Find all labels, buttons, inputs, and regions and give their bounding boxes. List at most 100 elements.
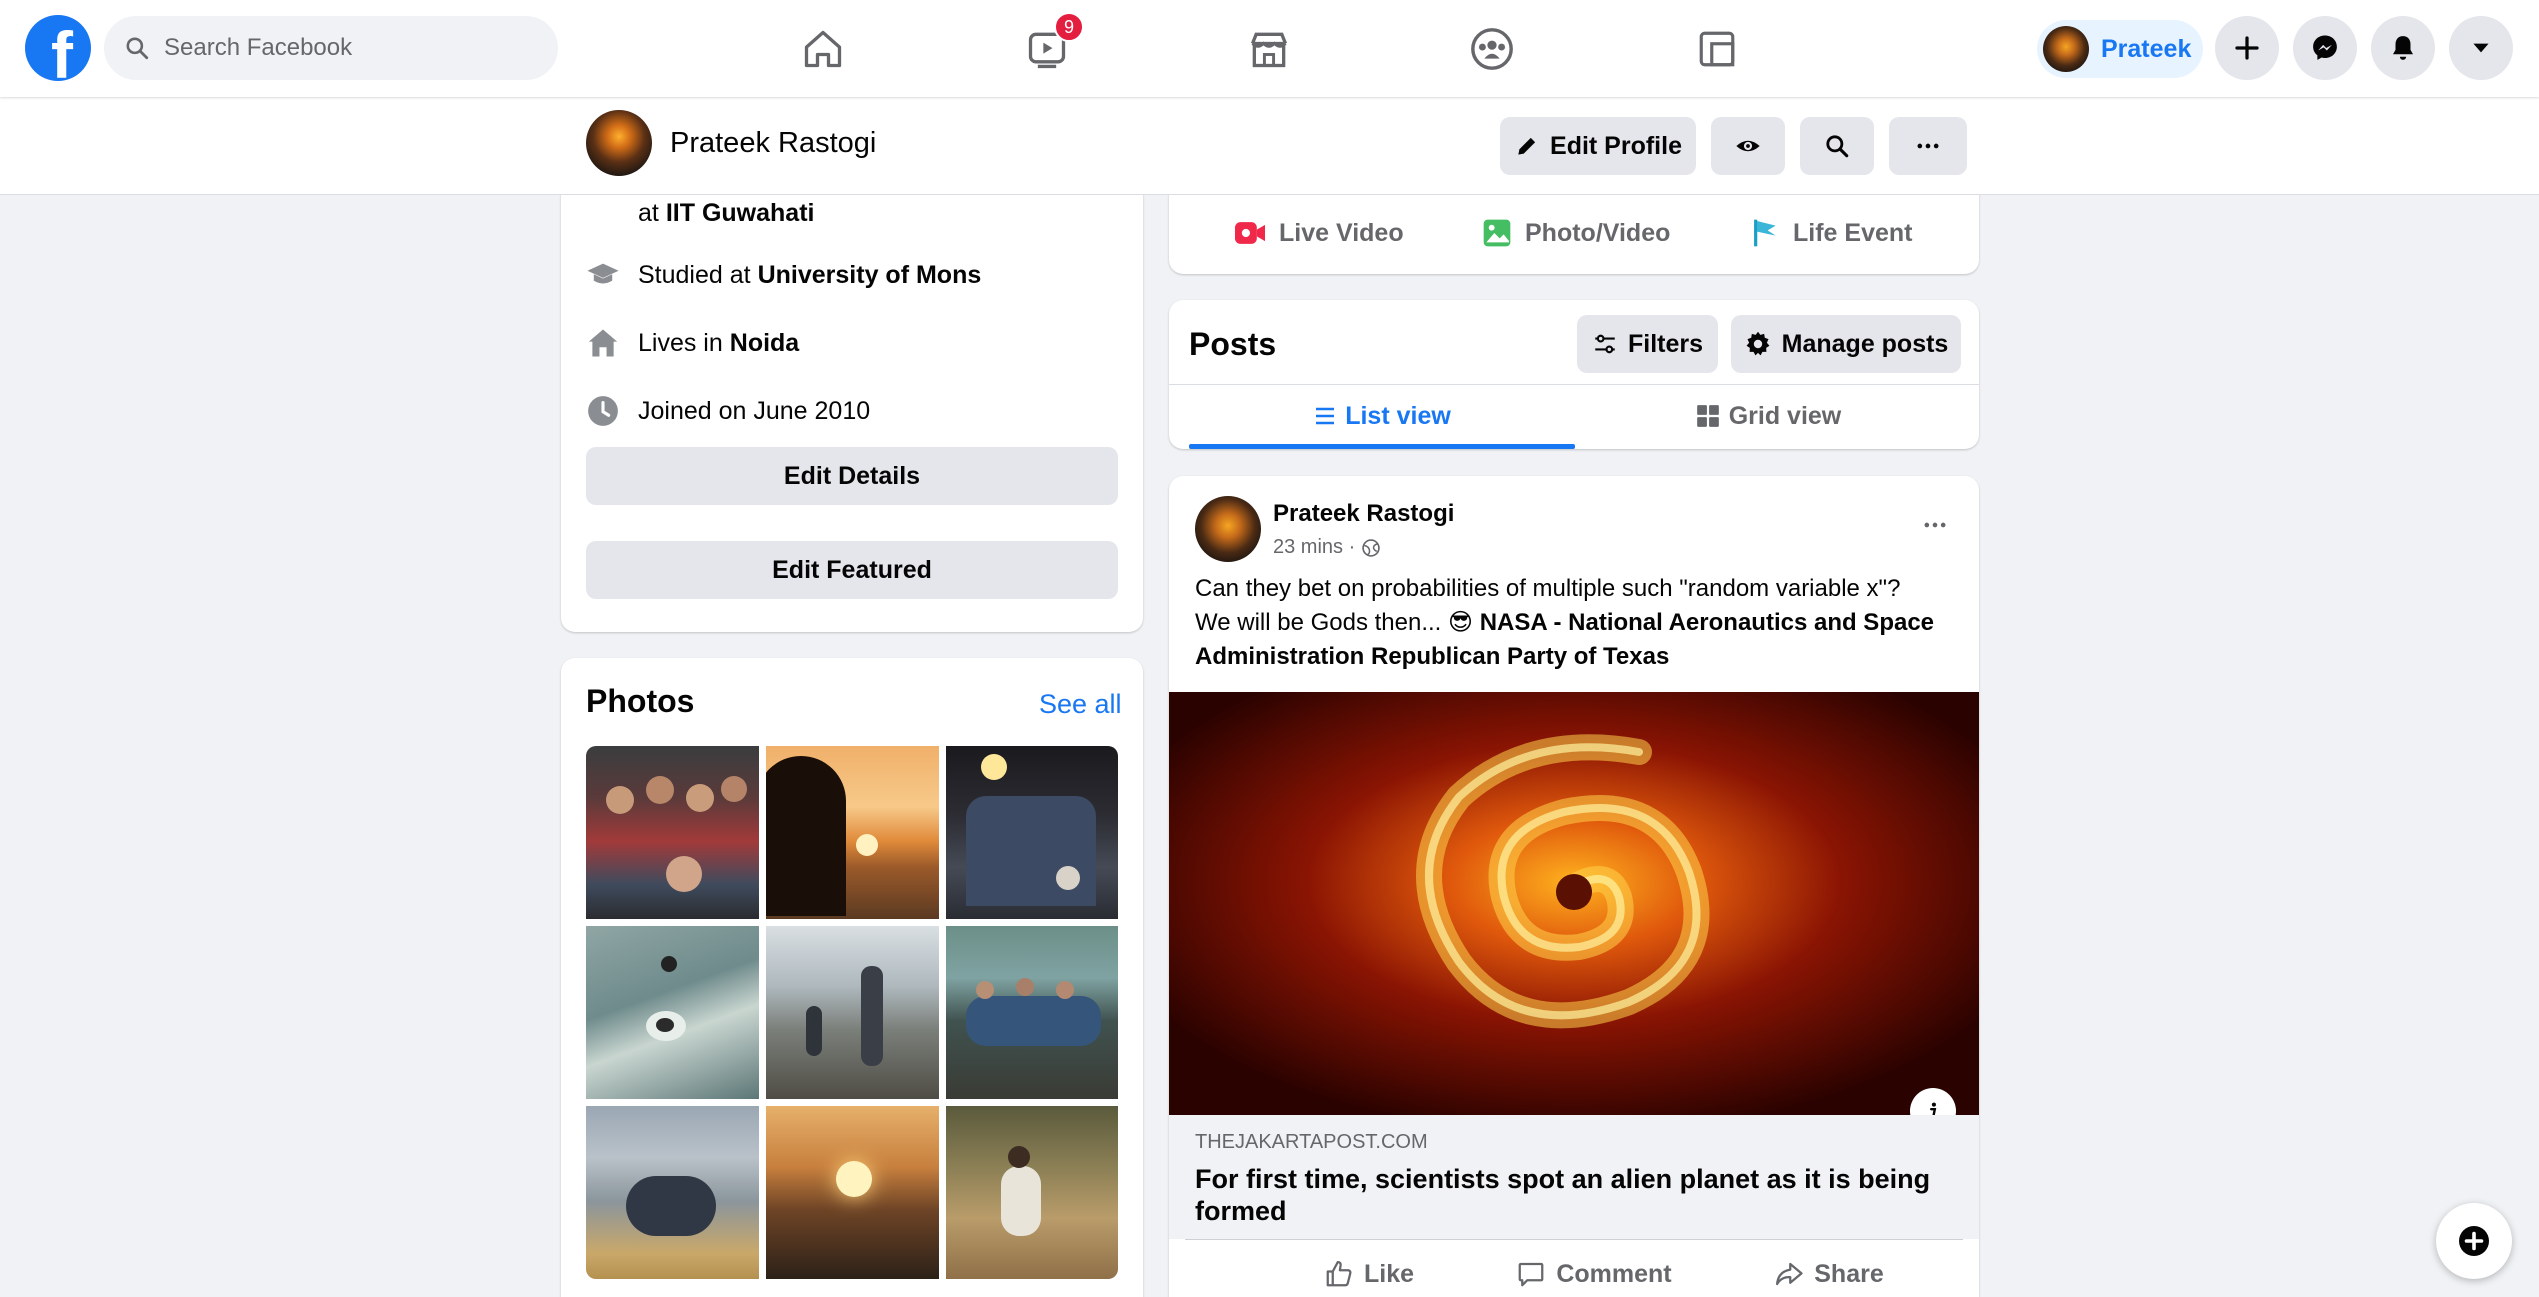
profile-more-button[interactable] — [1889, 117, 1967, 175]
intro-studied: Studied at University of Mons — [586, 258, 981, 292]
nav-watch[interactable]: 9 — [1002, 12, 1092, 84]
photo-grid — [586, 746, 1118, 1279]
flag-icon — [1754, 219, 1776, 247]
life-event-button[interactable]: Life Event — [1749, 206, 1912, 260]
photo-thumbnail[interactable] — [586, 746, 759, 919]
comment-button[interactable]: Comment — [1479, 1246, 1709, 1297]
comment-icon — [1518, 1262, 1544, 1287]
like-button[interactable]: Like — [1279, 1246, 1459, 1297]
marketplace-icon — [1250, 32, 1288, 68]
account-menu-icon — [2473, 43, 2489, 53]
divider — [1169, 384, 1979, 385]
photos-title: Photos — [586, 683, 695, 719]
photo-thumbnail[interactable] — [946, 746, 1118, 919]
profile-name[interactable]: Prateek Rastogi — [670, 127, 876, 160]
gaming-icon — [1699, 31, 1735, 67]
photo-thumbnail[interactable] — [766, 1106, 939, 1279]
nav-marketplace[interactable] — [1224, 14, 1314, 84]
profile-shortcut-name: Prateek — [2101, 34, 2192, 63]
view-as-button[interactable] — [1711, 117, 1785, 175]
see-all-photos-link[interactable]: See all — [1039, 689, 1122, 720]
edit-profile-label: Edit Profile — [1550, 131, 1682, 160]
filters-icon — [1595, 334, 1615, 354]
work-place[interactable]: IIT Guwahati — [666, 199, 815, 228]
photo-thumbnail[interactable] — [946, 1106, 1118, 1279]
link-title: For first time, scientists spot an alien… — [1195, 1164, 1931, 1226]
post-author[interactable]: Prateek Rastogi — [1273, 500, 1454, 528]
top-navigation: f 9 Prateek — [0, 0, 2539, 97]
search-icon — [126, 37, 149, 60]
spiral-image — [1169, 692, 1979, 1115]
post-options-button[interactable] — [1910, 500, 1960, 550]
search-icon — [1826, 135, 1849, 158]
filters-button[interactable]: Filters — [1577, 315, 1718, 373]
create-button[interactable] — [2215, 16, 2279, 80]
school-name[interactable]: University of Mons — [758, 261, 982, 290]
thumbs-up-icon — [1326, 1261, 1352, 1287]
eye-icon — [1736, 140, 1760, 152]
profile-header-bar: Prateek Rastogi Edit Profile — [0, 97, 2539, 195]
nav-home[interactable] — [778, 14, 868, 84]
search-bar[interactable] — [104, 16, 558, 80]
nav-groups[interactable] — [1447, 14, 1537, 84]
clock-icon — [588, 396, 618, 426]
home-icon — [804, 30, 842, 68]
link-domain: THEJAKARTAPOST.COM — [1195, 1131, 1428, 1153]
more-icon — [1924, 522, 1946, 528]
search-input[interactable] — [164, 34, 524, 62]
manage-posts-button[interactable]: Manage posts — [1731, 315, 1961, 373]
grid-icon — [1696, 405, 1719, 427]
active-tab-indicator — [1189, 444, 1575, 449]
tagged-page-nasa[interactable]: NASA - National Aeronautics and Space — [1480, 609, 1934, 636]
edit-profile-button[interactable]: Edit Profile — [1500, 117, 1696, 175]
globe-icon — [1362, 538, 1380, 557]
graduation-cap-icon — [587, 263, 619, 284]
nav-gaming[interactable] — [1672, 14, 1762, 84]
gear-icon — [1746, 331, 1770, 356]
photo-thumbnail[interactable] — [766, 926, 939, 1099]
share-icon — [1776, 1262, 1803, 1286]
avatar[interactable] — [586, 110, 652, 176]
tab-list-view[interactable]: List view — [1189, 388, 1575, 444]
profile-search-button[interactable] — [1800, 117, 1874, 175]
tagged-page-line[interactable]: Administration Republican Party of Texas — [1195, 643, 1669, 670]
notifications-button[interactable] — [2371, 16, 2435, 80]
facebook-logo[interactable]: f — [25, 15, 91, 81]
link-preview-image[interactable] — [1169, 692, 1979, 1115]
profile-shortcut[interactable]: Prateek — [2037, 20, 2203, 78]
new-message-button[interactable] — [2436, 1203, 2512, 1279]
tab-grid-view[interactable]: Grid view — [1575, 388, 1961, 444]
photo-thumbnail[interactable] — [586, 1106, 759, 1279]
city-name[interactable]: Noida — [730, 329, 799, 358]
new-message-icon — [2459, 1226, 2489, 1256]
edit-details-button[interactable]: Edit Details — [586, 447, 1118, 505]
groups-icon — [1471, 28, 1513, 70]
posts-title: Posts — [1189, 326, 1277, 362]
info-icon — [1929, 1102, 1937, 1115]
edit-featured-button[interactable]: Edit Featured — [586, 541, 1118, 599]
photo-thumbnail[interactable] — [766, 746, 939, 919]
messenger-button[interactable] — [2293, 16, 2357, 80]
photo-icon — [1483, 219, 1511, 247]
watch-badge: 9 — [1054, 12, 1085, 42]
link-preview-footer[interactable]: THEJAKARTAPOST.COM For first time, scien… — [1169, 1115, 1979, 1239]
live-video-button[interactable]: Live Video — [1233, 206, 1404, 260]
share-button[interactable]: Share — [1729, 1246, 1929, 1297]
posts-header-card: Posts Filters Manage posts List view Gri… — [1169, 300, 1979, 449]
pencil-icon — [1518, 137, 1536, 155]
avatar[interactable] — [1195, 496, 1261, 562]
post-text: Can they bet on probabilities of multipl… — [1195, 575, 1935, 670]
post-time[interactable]: 23 mins · — [1273, 536, 1355, 559]
photo-thumbnail[interactable] — [586, 926, 759, 1099]
house-icon — [588, 329, 618, 357]
intro-joined: Joined on June 2010 — [586, 394, 870, 428]
list-icon — [1316, 407, 1335, 425]
messenger-icon — [2313, 35, 2337, 60]
photo-thumbnail[interactable] — [946, 926, 1118, 1099]
account-menu-button[interactable] — [2449, 16, 2513, 80]
intro-lives: Lives in Noida — [586, 326, 799, 360]
post-meta: 23 mins · — [1273, 536, 1381, 559]
post-card: Prateek Rastogi 23 mins · Can they bet o… — [1169, 476, 1979, 1297]
notifications-icon — [2393, 36, 2413, 60]
photo-video-button[interactable]: Photo/Video — [1481, 206, 1670, 260]
